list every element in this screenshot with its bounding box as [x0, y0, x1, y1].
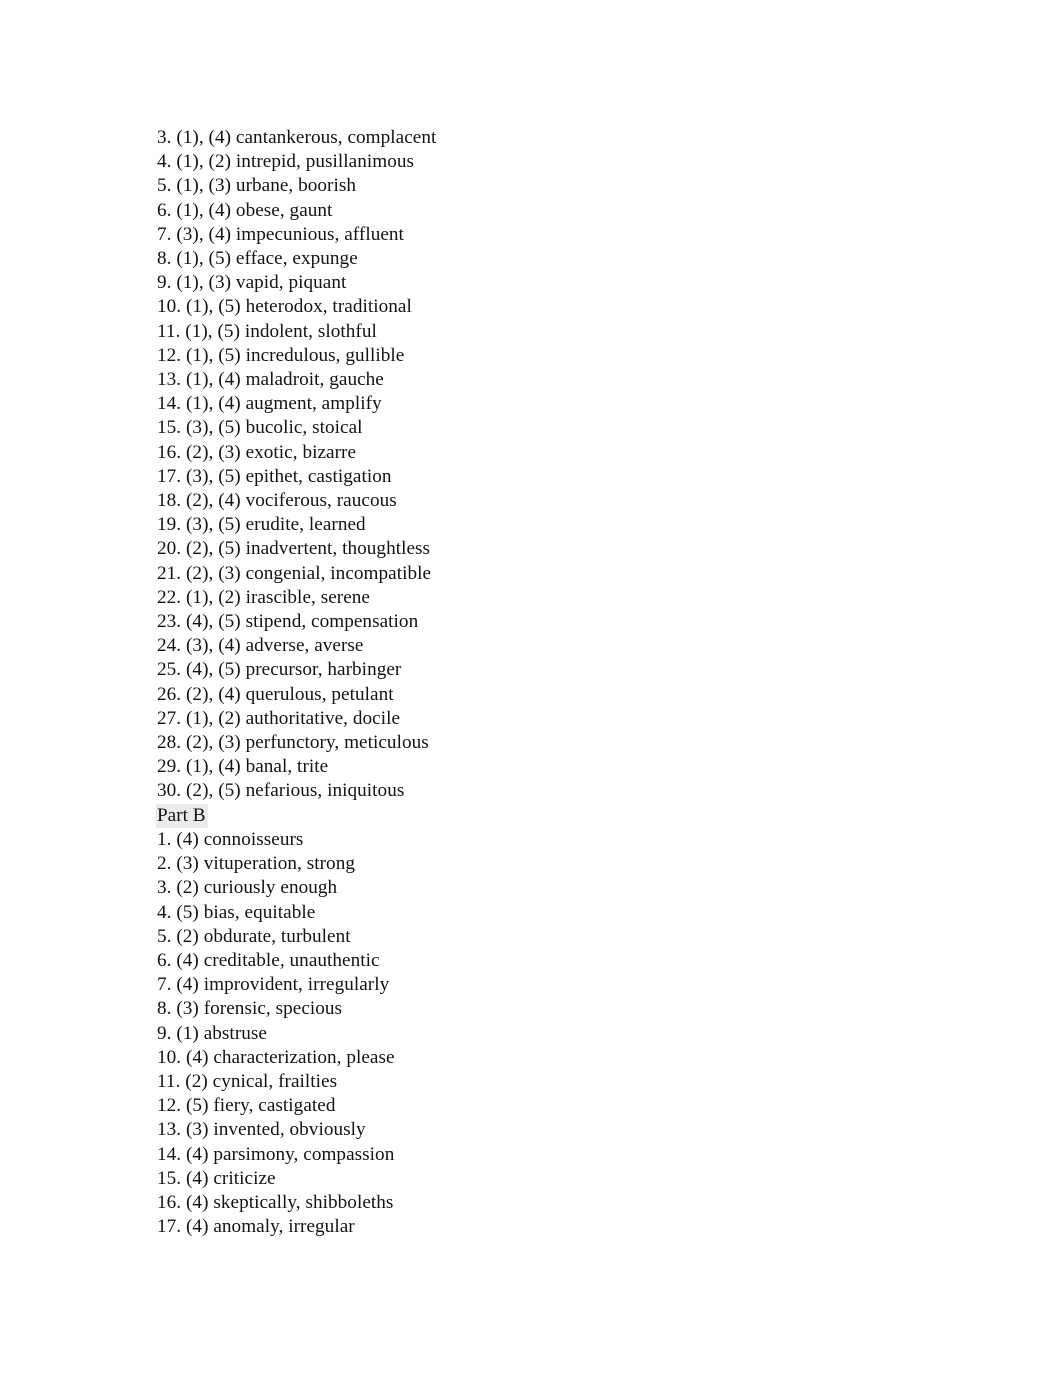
answer-line: 3. (2) curiously enough — [157, 877, 338, 899]
answer-line: 14. (4) parsimony, compassion — [157, 1143, 395, 1165]
answer-line: 7. (3), (4) impecunious, affluent — [157, 223, 404, 245]
answer-line: 10. (4) characterization, please — [157, 1046, 395, 1068]
part-b-heading-text: Part B — [156, 803, 208, 828]
answer-line: 12. (1), (5) incredulous, gullible — [157, 344, 405, 366]
answer-line: 11. (2) cynical, frailties — [157, 1070, 338, 1092]
answer-line: 22. (1), (2) irascible, serene — [157, 586, 371, 608]
answer-line: 7. (4) improvident, irregularly — [157, 974, 390, 996]
answer-line: 25. (4), (5) precursor, harbinger — [157, 659, 402, 681]
answer-line: 10. (1), (5) heterodox, traditional — [157, 296, 412, 318]
answer-line: 16. (4) skeptically, shibboleths — [157, 1191, 394, 1213]
answer-line: 28. (2), (3) perfunctory, meticulous — [157, 732, 429, 754]
answer-line: 11. (1), (5) indolent, slothful — [157, 320, 377, 342]
answer-line: 14. (1), (4) augment, amplify — [157, 393, 382, 415]
answer-line: 27. (1), (2) authoritative, docile — [157, 707, 401, 729]
answer-line: 15. (3), (5) bucolic, stoical — [157, 417, 363, 439]
answer-line: 18. (2), (4) vociferous, raucous — [157, 490, 397, 512]
answer-line: 24. (3), (4) adverse, averse — [157, 635, 364, 657]
part-a-answer-list: 3. (1), (4) cantankerous, complacent 4. (… — [157, 126, 977, 804]
answer-line: 17. (3), (5) epithet, castigation — [157, 465, 392, 487]
answer-line: 3. (1), (4) cantankerous, complacent — [157, 127, 437, 148]
answer-line: 26. (2), (4) querulous, petulant — [157, 683, 394, 705]
part-b-answer-list: 1. (4) connoisseurs 2. (3) vituperation, … — [157, 828, 977, 1239]
document-page: 3. (1), (4) cantankerous, complacent 4. (… — [0, 0, 1062, 1376]
part-b-heading: Part B — [156, 803, 977, 828]
answer-line: 12. (5) fiery, castigated — [157, 1095, 336, 1117]
answer-line: 23. (4), (5) stipend, compensation — [157, 611, 419, 633]
answer-line: 20. (2), (5) inadvertent, thoughtless — [157, 538, 431, 560]
answer-line: 30. (2), (5) nefarious, iniquitous — [157, 780, 405, 802]
answer-key-body: 3. (1), (4) cantankerous, complacent 4. (… — [156, 126, 977, 1239]
answer-line: 4. (1), (2) intrepid, pusillanimous — [157, 151, 415, 173]
answer-line: 9. (1), (3) vapid, piquant — [157, 272, 347, 294]
answer-line: 17. (4) anomaly, irregular — [157, 1216, 355, 1238]
answer-line: 6. (4) creditable, unauthentic — [157, 949, 380, 971]
answer-line: 1. (4) connoisseurs — [157, 828, 304, 850]
answer-line: 29. (1), (4) banal, trite — [157, 756, 329, 778]
answer-line: 13. (1), (4) maladroit, gauche — [157, 369, 384, 391]
answer-line: 4. (5) bias, equitable — [157, 901, 316, 923]
answer-line: 16. (2), (3) exotic, bizarre — [157, 441, 357, 463]
answer-line: 21. (2), (3) congenial, incompatible — [157, 562, 432, 584]
answer-line: 8. (3) forensic, specious — [157, 998, 343, 1020]
answer-line: 2. (3) vituperation, strong — [157, 853, 355, 875]
answer-line: 5. (2) obdurate, turbulent — [157, 925, 351, 947]
answer-line: 8. (1), (5) efface, expunge — [157, 248, 358, 270]
answer-line: 19. (3), (5) erudite, learned — [157, 514, 366, 536]
answer-line: 9. (1) abstruse — [157, 1022, 267, 1044]
answer-line: 6. (1), (4) obese, gaunt — [157, 199, 333, 221]
answer-line: 15. (4) criticize — [157, 1167, 276, 1189]
answer-line: 5. (1), (3) urbane, boorish — [157, 175, 357, 197]
answer-line: 13. (3) invented, obviously — [157, 1119, 366, 1141]
